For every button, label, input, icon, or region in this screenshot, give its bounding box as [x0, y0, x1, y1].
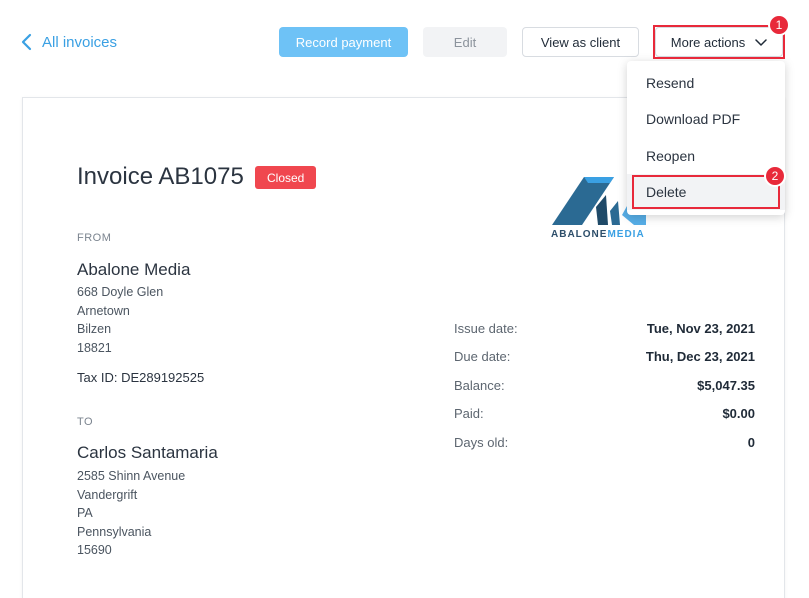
step-marker-1: 1 — [768, 14, 790, 36]
from-address: 668 Doyle Glen Arnetown Bilzen 18821 — [77, 283, 163, 357]
detail-label: Balance: — [454, 377, 505, 393]
detail-row-days-old: Days old: 0 — [454, 428, 755, 457]
more-actions-button[interactable]: More actions — [655, 27, 783, 57]
menu-item-reopen[interactable]: Reopen — [627, 138, 785, 174]
logo-text: ABALONEMEDIA — [551, 229, 645, 240]
step-marker-2: 2 — [764, 165, 786, 187]
menu-item-download-pdf[interactable]: Download PDF — [627, 101, 785, 137]
detail-label: Issue date: — [454, 320, 518, 336]
to-address-line: 2585 Shinn Avenue — [77, 469, 186, 483]
logo-word-2: MEDIA — [607, 229, 645, 240]
detail-row-due-date: Due date: Thu, Dec 23, 2021 — [454, 343, 755, 372]
detail-label: Days old: — [454, 434, 509, 450]
from-address-line: 668 Doyle Glen — [77, 285, 164, 299]
to-label: TO — [77, 416, 94, 428]
back-link-label: All invoices — [42, 33, 118, 51]
from-name: Abalone Media — [77, 260, 191, 279]
detail-value: $0.00 — [722, 406, 755, 422]
detail-row-issue-date: Issue date: Tue, Nov 23, 2021 — [454, 314, 755, 343]
tax-id: Tax ID: DE289192525 — [77, 370, 205, 385]
status-badge: Closed — [255, 166, 317, 189]
to-address: 2585 Shinn Avenue Vandergrift PA Pennsyl… — [77, 467, 185, 560]
back-to-invoices-link[interactable]: All invoices — [20, 30, 117, 54]
view-as-client-button[interactable]: View as client — [522, 27, 639, 57]
to-name: Carlos Santamaria — [77, 443, 218, 462]
record-payment-button[interactable]: Record payment — [279, 27, 408, 57]
detail-value: $5,047.35 — [697, 377, 755, 393]
from-label: FROM — [77, 232, 112, 244]
to-address-line: 15690 — [77, 543, 112, 557]
invoice-title: Invoice AB1075 — [77, 163, 244, 190]
detail-label: Paid: — [454, 406, 484, 422]
more-actions-label: More actions — [670, 34, 746, 50]
detail-row-paid: Paid: $0.00 — [454, 400, 755, 429]
more-actions-menu: Resend Download PDF Reopen Delete — [627, 61, 785, 215]
menu-item-resend[interactable]: Resend — [627, 65, 785, 101]
detail-label: Due date: — [454, 349, 511, 365]
detail-row-balance: Balance: $5,047.35 — [454, 371, 755, 400]
from-address-line: Arnetown — [77, 303, 130, 318]
logo-word-1: ABALONE — [551, 229, 608, 240]
to-address-line: Pennsylvania — [77, 524, 152, 539]
detail-value: Thu, Dec 23, 2021 — [645, 349, 755, 365]
chevron-left-icon — [20, 33, 32, 51]
detail-value: Tue, Nov 23, 2021 — [646, 320, 755, 336]
to-address-line: PA — [77, 506, 93, 520]
to-address-line: Vandergrift — [77, 487, 138, 502]
chevron-down-icon — [755, 35, 767, 50]
invoice-details: Issue date: Tue, Nov 23, 2021 Due date: … — [454, 314, 755, 457]
from-address-line: Bilzen — [77, 322, 112, 336]
from-address-line: 18821 — [77, 340, 112, 355]
menu-item-delete[interactable]: Delete — [627, 174, 785, 210]
detail-value: 0 — [747, 434, 755, 450]
edit-button[interactable]: Edit — [423, 27, 507, 57]
